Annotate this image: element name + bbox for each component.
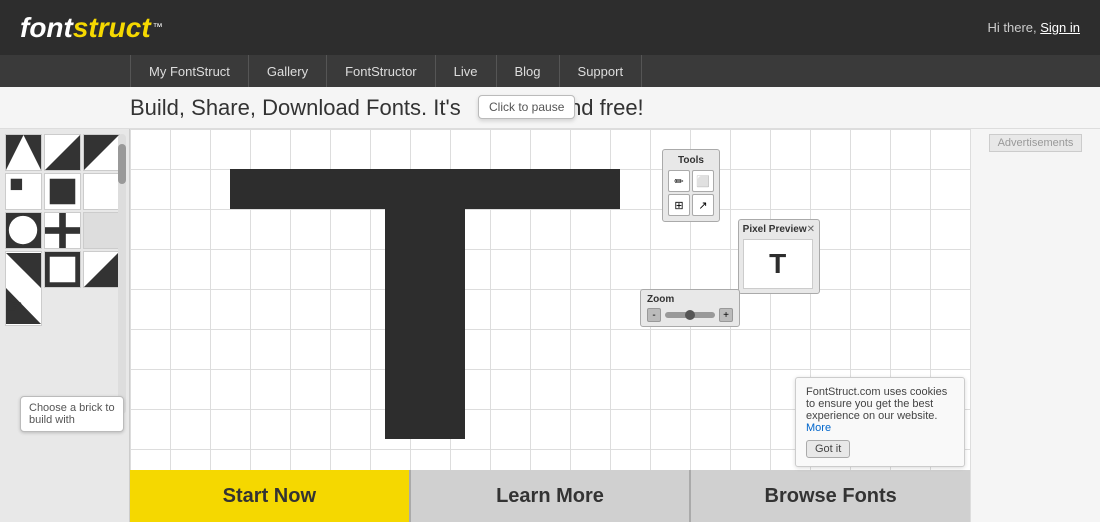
header: fontstruct™ Hi there, Sign in [0,0,1100,55]
brick-panel: ☛ Choose a brick to build with [0,129,130,522]
tools-title: Tools [668,155,714,166]
canvas-area[interactable]: Tools ✏ ⬜ ⊞ ↗ Pixel Preview ✕ T Zoom - [130,129,970,522]
tool-grid[interactable]: ⊞ [668,194,690,216]
brick-cell[interactable] [44,212,81,249]
header-right: Hi there, Sign in [987,20,1080,35]
brick-cell[interactable] [5,212,42,249]
nav-item-fontstructor[interactable]: FontStructor [327,55,436,87]
main-area: ☛ Choose a brick to build with Tools ✏ ⬜… [0,129,1100,522]
brick-cell[interactable] [83,251,120,288]
start-now-button[interactable]: Start Now [130,470,411,522]
sign-in-link[interactable]: Sign in [1040,20,1080,35]
got-it-button[interactable]: Got it [806,440,850,458]
t-horizontal-bar [230,169,620,209]
brick-cell[interactable] [44,134,81,171]
preview-title-bar: Pixel Preview ✕ [743,224,815,235]
zoom-panel: Zoom - + [640,289,740,327]
tools-panel: Tools ✏ ⬜ ⊞ ↗ [662,149,720,222]
cursor-icon: ☛ [5,294,23,319]
logo-trademark: ™ [153,22,163,33]
cookie-text: FontStruct.com uses cookies to ensure yo… [806,386,947,422]
zoom-controls: - + [647,308,733,322]
pixel-preview-panel: Pixel Preview ✕ T [738,219,820,294]
pixel-preview-title: Pixel Preview [743,224,807,235]
nav-item-live[interactable]: Live [436,55,497,87]
logo-font-text: font [20,12,73,44]
logo-struct-text: struct [73,12,151,44]
nav-bar: My FontStruct Gallery FontStructor Live … [0,55,1100,87]
brick-cell[interactable] [83,212,120,249]
zoom-slider[interactable] [665,312,715,318]
zoom-title: Zoom [647,294,733,305]
learn-more-button[interactable]: Learn More [411,470,692,522]
nav-item-myfonstruct[interactable]: My FontStruct [130,55,249,87]
t-letter-shape [230,169,620,439]
click-to-pause-tooltip[interactable]: Click to pause [478,95,575,119]
tool-eraser[interactable]: ⬜ [692,170,714,192]
browse-fonts-button[interactable]: Browse Fonts [691,470,970,522]
greeting-text: Hi there, [987,20,1036,35]
tools-grid: ✏ ⬜ ⊞ ↗ [668,170,714,216]
advertisements-label: Advertisements [989,134,1083,152]
tool-cursor[interactable]: ↗ [692,194,714,216]
brick-cell[interactable] [83,173,120,210]
cookie-notice: FontStruct.com uses cookies to ensure yo… [795,377,965,467]
tagline-bar: Build, Share, Download Fonts. It's Click… [0,87,1100,129]
zoom-out-button[interactable]: - [647,308,661,322]
cta-bar: Start Now Learn More Browse Fonts [130,470,970,522]
tagline-text: Build, Share, Download Fonts. It's Click… [130,95,644,121]
nav-item-gallery[interactable]: Gallery [249,55,327,87]
tool-pencil[interactable]: ✏ [668,170,690,192]
brick-cell[interactable] [5,134,42,171]
cookie-more-link[interactable]: More [806,422,831,434]
zoom-handle[interactable] [685,310,695,320]
nav-item-blog[interactable]: Blog [497,55,560,87]
logo: fontstruct™ [20,12,163,44]
brick-cell[interactable] [5,173,42,210]
brick-cell[interactable] [83,134,120,171]
ads-area: Advertisements [970,129,1100,522]
brick-cell[interactable] [44,251,81,288]
pixel-preview-close[interactable]: ✕ [807,224,815,235]
choose-brick-tooltip: Choose a brick to build with [20,396,124,432]
nav-item-support[interactable]: Support [560,55,643,87]
t-vertical-bar [385,209,465,439]
brick-cell[interactable] [44,173,81,210]
zoom-in-button[interactable]: + [719,308,733,322]
pixel-preview-box: T [743,239,813,289]
